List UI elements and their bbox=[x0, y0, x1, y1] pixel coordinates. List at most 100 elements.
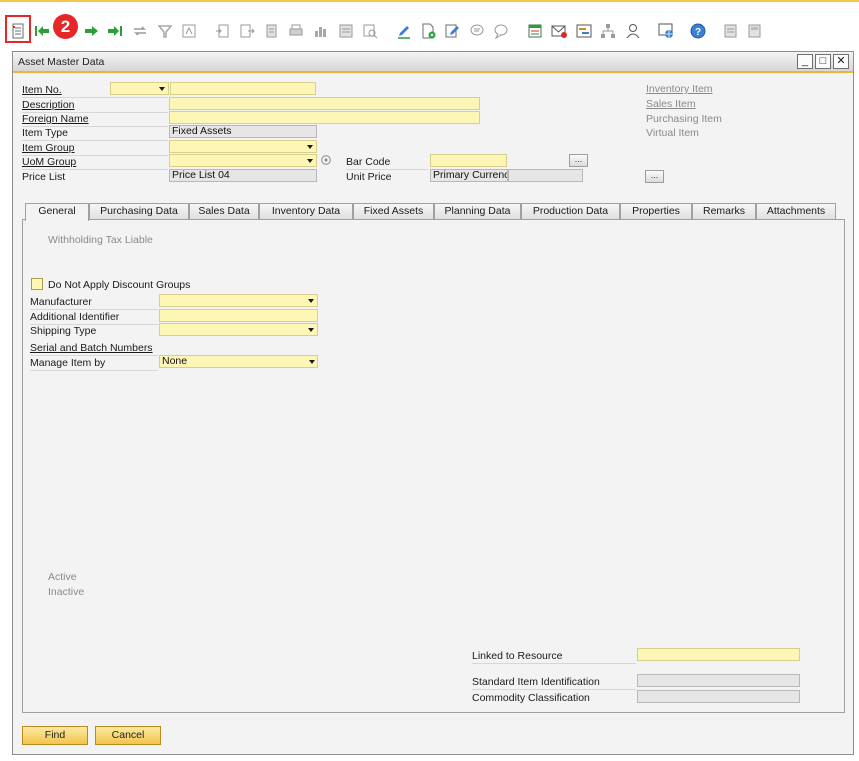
item-group-dropdown[interactable] bbox=[169, 140, 317, 153]
unit-price-currency-field[interactable]: Primary Currency bbox=[430, 169, 508, 182]
first-record-icon[interactable] bbox=[33, 22, 51, 40]
unit-price-amount-field[interactable] bbox=[508, 169, 583, 182]
cancel-button[interactable]: Cancel bbox=[95, 726, 161, 745]
next-record-icon[interactable] bbox=[83, 22, 101, 40]
withholding-tax-label[interactable]: Withholding Tax Liable bbox=[48, 234, 153, 246]
unit-price-browse-button[interactable]: ... bbox=[645, 170, 664, 183]
minimize-button[interactable]: _ bbox=[797, 54, 813, 69]
email-icon[interactable] bbox=[550, 22, 568, 40]
manage-item-by-dropdown[interactable]: None bbox=[159, 355, 318, 368]
window-title: Asset Master Data bbox=[18, 56, 105, 68]
description-input[interactable] bbox=[169, 97, 480, 110]
do-not-apply-discount-checkbox[interactable] bbox=[31, 278, 43, 290]
tab-general[interactable]: General bbox=[25, 203, 89, 221]
active-label[interactable]: Active bbox=[48, 571, 77, 583]
divider bbox=[472, 689, 636, 690]
do-not-apply-discount-label: Do Not Apply Discount Groups bbox=[48, 279, 191, 291]
foreign-name-input[interactable] bbox=[169, 111, 480, 124]
help-icon[interactable]: ? bbox=[689, 22, 707, 40]
additional-identifier-label: Additional Identifier bbox=[30, 311, 120, 323]
item-no-label: Item No. bbox=[22, 84, 62, 96]
chevron-down-icon bbox=[307, 159, 313, 163]
price-list-field[interactable]: Price List 04 bbox=[169, 169, 317, 182]
divider bbox=[22, 97, 168, 98]
inventory-item-label[interactable]: Inventory Item bbox=[646, 83, 713, 95]
description-label: Description bbox=[22, 99, 75, 111]
manufacturer-dropdown[interactable] bbox=[159, 294, 318, 307]
chevron-down-icon bbox=[159, 87, 165, 91]
sort-icon[interactable] bbox=[180, 22, 198, 40]
item-no-series-dropdown[interactable] bbox=[110, 82, 169, 95]
copy-to-icon[interactable] bbox=[238, 22, 256, 40]
tab-fixed-assets[interactable]: Fixed Assets bbox=[353, 203, 434, 220]
chart-icon[interactable] bbox=[312, 22, 330, 40]
svg-text:?: ? bbox=[695, 27, 701, 38]
lookup-icon[interactable] bbox=[361, 22, 379, 40]
export-icon[interactable] bbox=[337, 22, 355, 40]
tab-production-data[interactable]: Production Data bbox=[521, 203, 620, 220]
item-group-label: Item Group bbox=[22, 142, 75, 154]
layout-icon[interactable] bbox=[746, 22, 764, 40]
chevron-down-icon bbox=[308, 299, 314, 303]
add-document-icon[interactable] bbox=[443, 22, 461, 40]
edit-icon[interactable] bbox=[395, 22, 413, 40]
new-document-icon[interactable] bbox=[419, 22, 437, 40]
last-record-icon[interactable] bbox=[106, 22, 124, 40]
bar-code-label: Bar Code bbox=[346, 156, 391, 168]
hierarchy-icon[interactable] bbox=[599, 22, 617, 40]
commodity-classification-field[interactable] bbox=[637, 690, 800, 703]
report-icon[interactable] bbox=[722, 22, 740, 40]
find-button[interactable]: Find bbox=[22, 726, 88, 745]
gantt-icon[interactable] bbox=[575, 22, 593, 40]
purchasing-item-label[interactable]: Purchasing Item bbox=[646, 113, 722, 125]
user-icon[interactable] bbox=[624, 22, 642, 40]
divider bbox=[30, 309, 158, 310]
shipping-type-label: Shipping Type bbox=[30, 325, 97, 337]
tab-sales-data[interactable]: Sales Data bbox=[189, 203, 259, 220]
filter-icon[interactable] bbox=[156, 22, 174, 40]
item-type-label: Item Type bbox=[22, 127, 68, 139]
tab-purchasing-data[interactable]: Purchasing Data bbox=[89, 203, 189, 220]
uom-group-dropdown[interactable] bbox=[169, 154, 317, 167]
copy-from-icon[interactable] bbox=[214, 22, 232, 40]
web-browser-icon[interactable] bbox=[657, 22, 675, 40]
commodity-classification-label: Commodity Classification bbox=[472, 692, 590, 704]
comment-icon[interactable] bbox=[492, 22, 510, 40]
standard-item-id-field[interactable] bbox=[637, 674, 800, 687]
shipping-type-dropdown[interactable] bbox=[159, 323, 318, 336]
refresh-icon[interactable] bbox=[131, 22, 149, 40]
unit-price-label: Unit Price bbox=[346, 171, 392, 183]
tab-attachments[interactable]: Attachments bbox=[756, 203, 836, 220]
divider bbox=[472, 663, 636, 664]
bar-code-browse-button[interactable]: ... bbox=[569, 154, 588, 167]
tab-properties[interactable]: Properties bbox=[620, 203, 692, 220]
chevron-down-icon bbox=[308, 328, 314, 332]
linked-to-resource-label: Linked to Resource bbox=[472, 650, 563, 662]
message-icon[interactable] bbox=[468, 22, 486, 40]
uom-info-icon[interactable] bbox=[321, 155, 331, 165]
chevron-down-icon bbox=[307, 145, 313, 149]
window-titlebar[interactable]: Asset Master Data _ □ ✕ bbox=[13, 52, 853, 73]
bar-code-input[interactable] bbox=[430, 154, 507, 167]
print-icon[interactable] bbox=[287, 22, 305, 40]
print-preview-icon[interactable] bbox=[263, 22, 281, 40]
manage-item-by-label: Manage Item by bbox=[30, 357, 106, 369]
maximize-button[interactable]: □ bbox=[815, 54, 831, 69]
inactive-label[interactable]: Inactive bbox=[48, 586, 84, 598]
form-settings-icon[interactable] bbox=[9, 22, 27, 40]
item-no-input[interactable] bbox=[170, 82, 316, 95]
serial-batch-link[interactable]: Serial and Batch Numbers bbox=[30, 342, 153, 354]
close-button[interactable]: ✕ bbox=[833, 54, 849, 69]
sales-item-label[interactable]: Sales Item bbox=[646, 98, 696, 110]
manufacturer-label: Manufacturer bbox=[30, 296, 92, 308]
additional-identifier-input[interactable] bbox=[159, 309, 318, 322]
tab-remarks[interactable]: Remarks bbox=[692, 203, 756, 220]
tab-inventory-data[interactable]: Inventory Data bbox=[259, 203, 353, 220]
divider bbox=[346, 169, 428, 170]
virtual-item-label[interactable]: Virtual Item bbox=[646, 127, 699, 139]
settings-grid-icon[interactable] bbox=[526, 22, 544, 40]
uom-group-label: UoM Group bbox=[22, 156, 77, 168]
tab-planning-data[interactable]: Planning Data bbox=[434, 203, 521, 220]
standard-item-id-label: Standard Item Identification bbox=[472, 676, 600, 688]
linked-to-resource-input[interactable] bbox=[637, 648, 800, 661]
